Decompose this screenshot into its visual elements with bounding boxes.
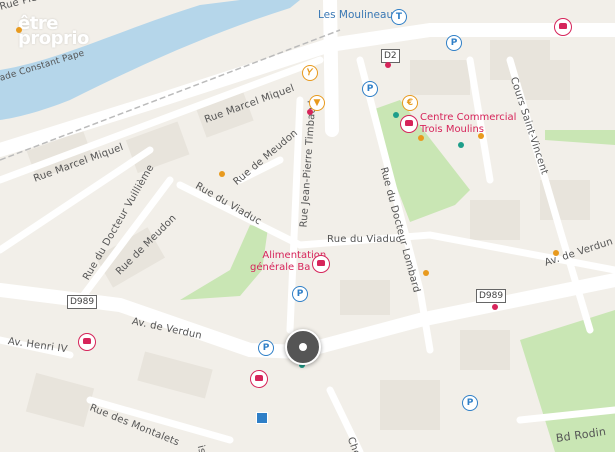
park-east (545, 130, 615, 145)
poi-dot-orange[interactable] (478, 133, 484, 139)
parking-icon[interactable]: P (292, 286, 308, 302)
poi-dot-orange[interactable] (16, 27, 22, 33)
restaurant-icon[interactable]: 𝑌 (302, 65, 318, 81)
shopping-icon[interactable] (250, 370, 268, 388)
euro-icon[interactable]: € (402, 95, 418, 111)
parking-icon[interactable]: P (258, 340, 274, 356)
poi-dot-teal[interactable] (393, 112, 399, 118)
parking-icon[interactable]: P (446, 35, 462, 51)
road-shield-d989-left: D989 (67, 295, 98, 309)
logo-line-2: proprio (18, 28, 89, 49)
poi-dot-red[interactable] (385, 62, 391, 68)
poi-dot-orange[interactable] (219, 171, 225, 177)
poi-label-centre-commercial[interactable]: Centre Commercial Trois Moulins (420, 112, 516, 136)
poi-dot-orange[interactable] (553, 250, 559, 256)
poi-dot-teal[interactable] (458, 142, 464, 148)
street-label-viaduc-2: Rue du Viaduc (327, 234, 402, 245)
shopping-icon[interactable] (554, 18, 572, 36)
map-canvas[interactable]: être proprio Rue Pierre Poli ade Constan… (0, 0, 615, 452)
poi-label-centre-line1: Centre Commercial (420, 112, 517, 123)
building-icon[interactable] (256, 412, 268, 424)
station-label-moulineaux[interactable]: Les Moulineaux (318, 9, 399, 21)
shopping-bag-icon[interactable] (400, 115, 418, 133)
poi-dot-red[interactable] (492, 304, 498, 310)
poi-dot-orange[interactable] (418, 135, 424, 141)
street-label-fragment: is (194, 444, 208, 452)
tram-icon[interactable]: T (391, 9, 407, 25)
parking-icon[interactable]: P (462, 395, 478, 411)
shopping-icon[interactable] (78, 333, 96, 351)
shopping-cart-icon[interactable] (312, 255, 330, 273)
poi-dot-orange[interactable] (423, 270, 429, 276)
road-shield-d989-right: D989 (476, 289, 507, 303)
poi-dot-red[interactable] (307, 109, 313, 115)
poi-label-centre-line2: Trois Moulins (420, 124, 485, 135)
location-marker-icon[interactable] (285, 329, 321, 365)
road-shield-d2: D2 (381, 49, 400, 63)
parking-icon[interactable]: P (362, 81, 378, 97)
brand-logo: être proprio (18, 15, 89, 49)
